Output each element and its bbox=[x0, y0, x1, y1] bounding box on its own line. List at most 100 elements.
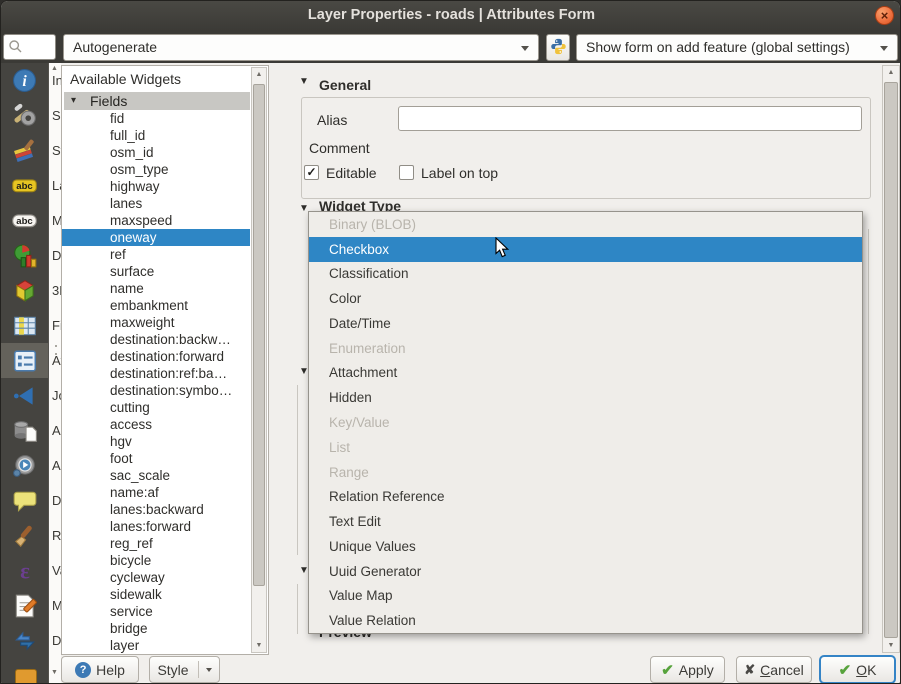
field-item[interactable]: destination:forward bbox=[62, 348, 250, 365]
legend-tab-partial-icon[interactable] bbox=[15, 669, 37, 684]
sidebar-tab-dependencies[interactable] bbox=[1, 623, 48, 658]
widget-type-option[interactable]: Hidden bbox=[309, 385, 862, 410]
field-item[interactable]: oneway bbox=[62, 229, 250, 246]
search-icon bbox=[8, 39, 23, 54]
editable-checkbox[interactable]: ✓ bbox=[304, 165, 319, 180]
cancel-button[interactable]: ✘ Cancel bbox=[736, 656, 812, 683]
sidebar-tab-label: Symbology bbox=[49, 133, 61, 168]
widget-type-option[interactable]: Value Relation bbox=[309, 608, 862, 633]
close-button[interactable]: × bbox=[875, 6, 894, 25]
field-item[interactable]: ref bbox=[62, 246, 250, 263]
field-item[interactable]: service bbox=[62, 603, 250, 620]
sidebar-tab-source[interactable] bbox=[1, 98, 48, 133]
form-layout-combobox[interactable]: Autogenerate bbox=[63, 34, 539, 61]
sidebar-tab-joins[interactable] bbox=[1, 378, 48, 413]
field-item[interactable]: foot bbox=[62, 450, 250, 467]
comment-label: Comment bbox=[309, 140, 370, 156]
field-item[interactable]: fid bbox=[62, 110, 250, 127]
field-item[interactable]: lanes:forward bbox=[62, 518, 250, 535]
sidebar-tab-diagrams[interactable] bbox=[1, 238, 48, 273]
tabs-scroll-up-icon[interactable]: ▲ bbox=[51, 65, 58, 72]
widget-type-option[interactable]: Color bbox=[309, 286, 862, 311]
titlebar[interactable]: Layer Properties - roads | Attributes Fo… bbox=[1, 1, 901, 32]
python-icon bbox=[550, 38, 567, 55]
sidebar-tab-metadata[interactable] bbox=[1, 588, 48, 623]
field-item[interactable]: surface bbox=[62, 263, 250, 280]
widgets-scrollbar[interactable]: ▲ ▼ bbox=[251, 67, 267, 653]
help-button[interactable]: ? Help bbox=[61, 656, 139, 683]
panel-splitter[interactable] bbox=[55, 339, 58, 365]
field-item[interactable]: layer bbox=[62, 637, 250, 654]
tree-expand-icon[interactable]: ▾ bbox=[71, 92, 76, 110]
widget-type-option[interactable]: Text Edit bbox=[309, 509, 862, 534]
sidebar-tab-variables[interactable]: ε bbox=[1, 553, 48, 588]
field-item[interactable]: full_id bbox=[62, 127, 250, 144]
field-item[interactable]: hgv bbox=[62, 433, 250, 450]
widget-type-option[interactable]: Attachment bbox=[309, 361, 862, 386]
field-item[interactable]: cycleway bbox=[62, 569, 250, 586]
python-init-button[interactable] bbox=[546, 34, 570, 61]
field-item[interactable]: lanes:backward bbox=[62, 501, 250, 518]
sidebar-tab-masks[interactable]: abc bbox=[1, 203, 48, 238]
sidebar-tab-labels[interactable]: abc bbox=[1, 168, 48, 203]
fields-group-row[interactable]: ▾ Fields bbox=[64, 92, 250, 110]
label-on-top-checkbox[interactable] bbox=[399, 165, 414, 180]
widget-type-option[interactable]: Uuid Generator bbox=[309, 559, 862, 584]
scroll-up-icon[interactable]: ▲ bbox=[252, 71, 266, 78]
scroll-down-icon[interactable]: ▼ bbox=[883, 642, 899, 649]
field-item[interactable]: embankment bbox=[62, 297, 250, 314]
widget-type-option[interactable]: Date/Time bbox=[309, 311, 862, 336]
field-item[interactable]: maxweight bbox=[62, 314, 250, 331]
sidebar-tab-information[interactable]: i bbox=[1, 63, 48, 98]
field-item[interactable]: cutting bbox=[62, 399, 250, 416]
sidebar-tab-actions[interactable] bbox=[1, 448, 48, 483]
info-icon: i bbox=[12, 68, 37, 93]
field-item[interactable]: maxspeed bbox=[62, 212, 250, 229]
tabs-scroll-down-icon[interactable]: ▼ bbox=[51, 669, 58, 679]
field-item[interactable]: osm_type bbox=[62, 161, 250, 178]
field-item[interactable]: bicycle bbox=[62, 552, 250, 569]
scroll-down-icon[interactable]: ▼ bbox=[252, 642, 266, 649]
field-item[interactable]: highway bbox=[62, 178, 250, 195]
sidebar-tab-display[interactable] bbox=[1, 483, 48, 518]
fields-icon bbox=[12, 313, 38, 339]
show-form-combobox[interactable]: Show form on add feature (global setting… bbox=[576, 34, 898, 61]
field-item[interactable]: destination:backw… bbox=[62, 331, 250, 348]
sidebar-tab-3d-view[interactable] bbox=[1, 273, 48, 308]
sidebar-tab-fields[interactable] bbox=[1, 308, 48, 343]
alias-input[interactable] bbox=[398, 106, 862, 131]
editable-label: Editable bbox=[326, 165, 377, 181]
sidebar-tab-symbology[interactable] bbox=[1, 133, 48, 168]
apply-button[interactable]: ✔ Apply bbox=[650, 656, 725, 683]
widget-type-option[interactable]: Unique Values bbox=[309, 534, 862, 559]
general-collapse-icon[interactable]: ▼ bbox=[299, 76, 309, 87]
field-item[interactable]: osm_id bbox=[62, 144, 250, 161]
field-item[interactable]: sidewalk bbox=[62, 586, 250, 603]
field-item[interactable]: name:af bbox=[62, 484, 250, 501]
field-item[interactable]: reg_ref bbox=[62, 535, 250, 552]
widget-type-option[interactable]: Checkbox bbox=[309, 237, 862, 262]
widget-type-option[interactable]: Value Map bbox=[309, 583, 862, 608]
field-item[interactable]: destination:ref:ba… bbox=[62, 365, 250, 382]
field-item[interactable]: sac_scale bbox=[62, 467, 250, 484]
sidebar-tab-label: Variables bbox=[49, 553, 61, 588]
style-menu-button[interactable]: Style bbox=[149, 656, 220, 683]
search-input[interactable] bbox=[3, 34, 56, 60]
widget-type-option: Range bbox=[309, 460, 862, 485]
scrollbar-thumb[interactable] bbox=[884, 82, 898, 638]
form-scrollbar[interactable]: ▲ ▼ bbox=[882, 65, 900, 653]
widget-type-option[interactable]: Classification bbox=[309, 262, 862, 287]
widget-type-option[interactable]: Relation Reference bbox=[309, 484, 862, 509]
sidebar-tab-auxiliary-storage[interactable] bbox=[1, 413, 48, 448]
sidebar-tab-attributes-form[interactable] bbox=[1, 343, 48, 378]
field-item[interactable]: lanes bbox=[62, 195, 250, 212]
sidebar-tab-label: Masks bbox=[49, 203, 61, 238]
field-item[interactable]: access bbox=[62, 416, 250, 433]
field-item[interactable]: bridge bbox=[62, 620, 250, 637]
scrollbar-thumb[interactable] bbox=[253, 84, 265, 586]
field-item[interactable]: destination:symbo… bbox=[62, 382, 250, 399]
sidebar-tab-rendering[interactable] bbox=[1, 518, 48, 553]
ok-button[interactable]: ✔ OK bbox=[819, 655, 896, 684]
field-item[interactable]: name bbox=[62, 280, 250, 297]
scroll-up-icon[interactable]: ▲ bbox=[883, 69, 899, 76]
